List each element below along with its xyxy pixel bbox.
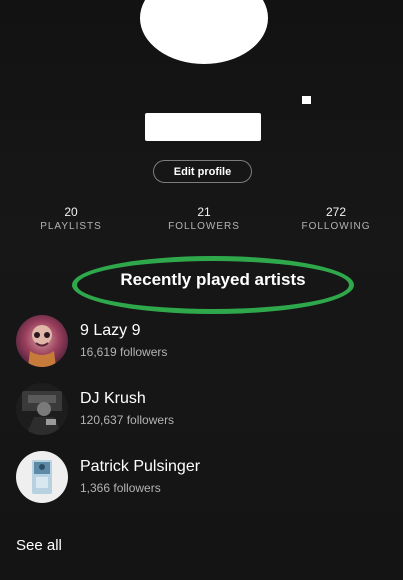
artist-followers: 120,637 followers — [80, 413, 175, 427]
stat-following[interactable]: 272 FOLLOWING — [286, 205, 386, 232]
see-all-link[interactable]: See all — [16, 537, 62, 554]
dj-krush-avatar — [16, 383, 68, 435]
patrick-pulsinger-image — [16, 451, 68, 503]
stat-playlists-label: PLAYLISTS — [40, 221, 102, 232]
artist-row[interactable]: DJ Krush 120,637 followers — [16, 383, 376, 435]
recently-played-section-header: Recently played artists — [72, 256, 354, 314]
section-title: Recently played artists — [120, 270, 306, 289]
artist-row[interactable]: 9 Lazy 9 16,619 followers — [16, 315, 376, 367]
stat-followers-value: 21 — [197, 205, 211, 219]
stat-following-label: FOLLOWING — [301, 221, 371, 232]
profile-screen: Edit profile 20 PLAYLISTS 21 FOLLOWERS 2… — [0, 0, 403, 580]
9-lazy-9-avatar — [16, 315, 68, 367]
artist-name: Patrick Pulsinger — [80, 458, 201, 475]
notification-dot-icon — [302, 96, 311, 104]
stat-followers[interactable]: 21 FOLLOWERS — [154, 205, 254, 232]
artist-row[interactable]: Patrick Pulsinger 1,366 followers — [16, 451, 376, 503]
artist-name: 9 Lazy 9 — [80, 322, 141, 339]
stat-followers-label: FOLLOWERS — [168, 221, 240, 232]
dj-krush-image — [16, 383, 68, 435]
artist-followers: 16,619 followers — [80, 345, 168, 359]
edit-profile-button[interactable]: Edit profile — [153, 160, 252, 183]
stat-playlists-value: 20 — [64, 205, 78, 219]
stat-following-value: 272 — [325, 205, 347, 219]
patrick-pulsinger-avatar — [16, 451, 68, 503]
stat-playlists[interactable]: 20 PLAYLISTS — [21, 205, 121, 232]
9-lazy-9-image — [16, 315, 68, 367]
artist-followers: 1,366 followers — [80, 481, 161, 495]
profile-name-redaction — [145, 113, 261, 141]
artist-name: DJ Krush — [80, 390, 146, 407]
profile-avatar[interactable] — [140, 0, 268, 64]
